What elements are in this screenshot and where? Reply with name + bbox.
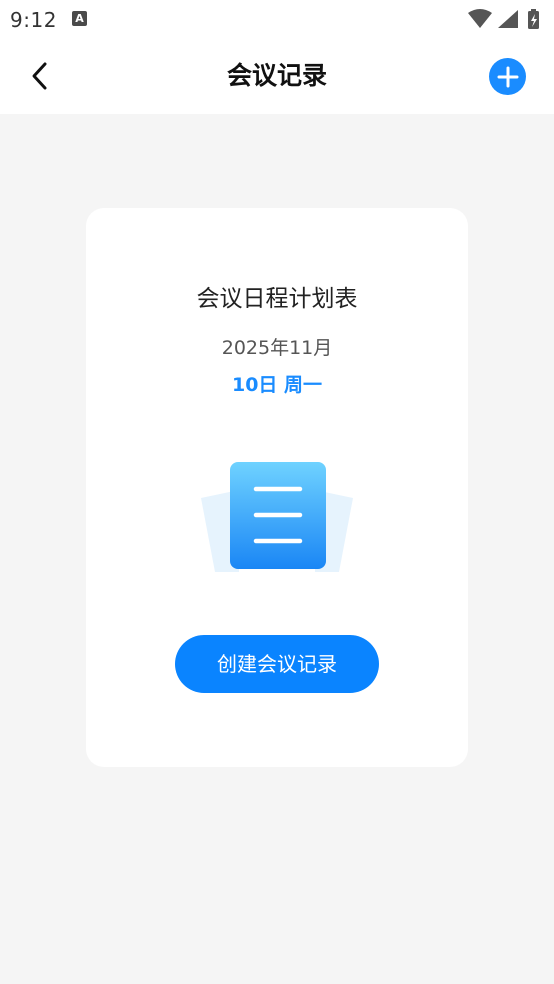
notification-app-icon: A: [72, 11, 87, 26]
add-record-button[interactable]: [489, 58, 526, 95]
wifi-icon: [468, 9, 492, 28]
document-icon: [201, 462, 353, 572]
status-bar: 9:12 A: [0, 0, 554, 38]
status-time: 9:12: [10, 8, 57, 32]
signal-icon: [498, 10, 518, 28]
card-title: 会议日程计划表: [196, 286, 358, 312]
card-month: 2025年11月: [221, 337, 333, 359]
meeting-plan-card: 会议日程计划表 2025年11月 10日 周一 创建会议记录: [86, 208, 468, 767]
plus-icon: [497, 66, 518, 87]
page-title: 会议记录: [226, 61, 327, 90]
card-day: 10日 周一: [231, 374, 323, 396]
battery-icon: [528, 9, 539, 29]
top-nav-bar: 会议记录: [0, 38, 554, 114]
create-meeting-record-button[interactable]: 创建会议记录: [175, 635, 379, 693]
status-icons: [468, 9, 539, 29]
